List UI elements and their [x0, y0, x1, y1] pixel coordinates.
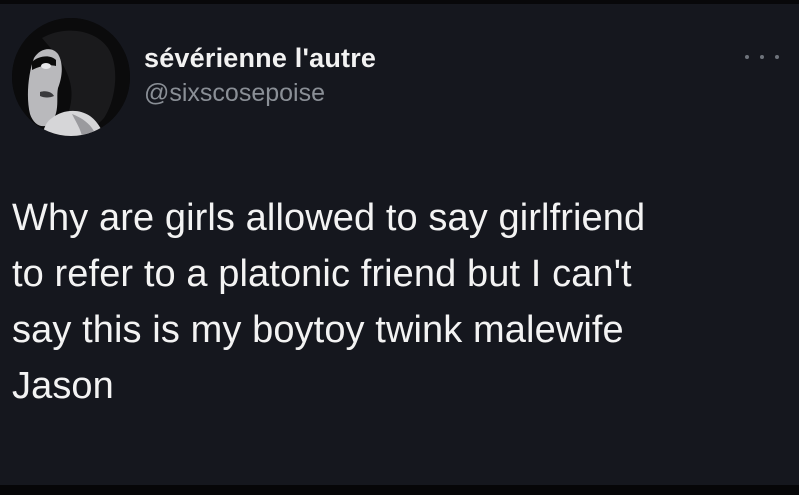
dot: [775, 55, 779, 59]
dot: [760, 55, 764, 59]
tweet-card: sévérienne l'autre @sixscosepoise Why ar…: [0, 0, 799, 495]
tweet-text: Why are girls allowed to say girlfriend …: [12, 197, 646, 407]
display-name[interactable]: sévérienne l'autre: [144, 42, 376, 74]
avatar-image: [12, 18, 130, 136]
more-options-icon[interactable]: [745, 50, 779, 64]
user-handle[interactable]: @sixscosepoise: [144, 78, 376, 108]
avatar[interactable]: [12, 18, 130, 136]
tweet-header: sévérienne l'autre @sixscosepoise: [12, 16, 779, 136]
dot: [745, 55, 749, 59]
user-names: sévérienne l'autre @sixscosepoise: [144, 42, 376, 108]
